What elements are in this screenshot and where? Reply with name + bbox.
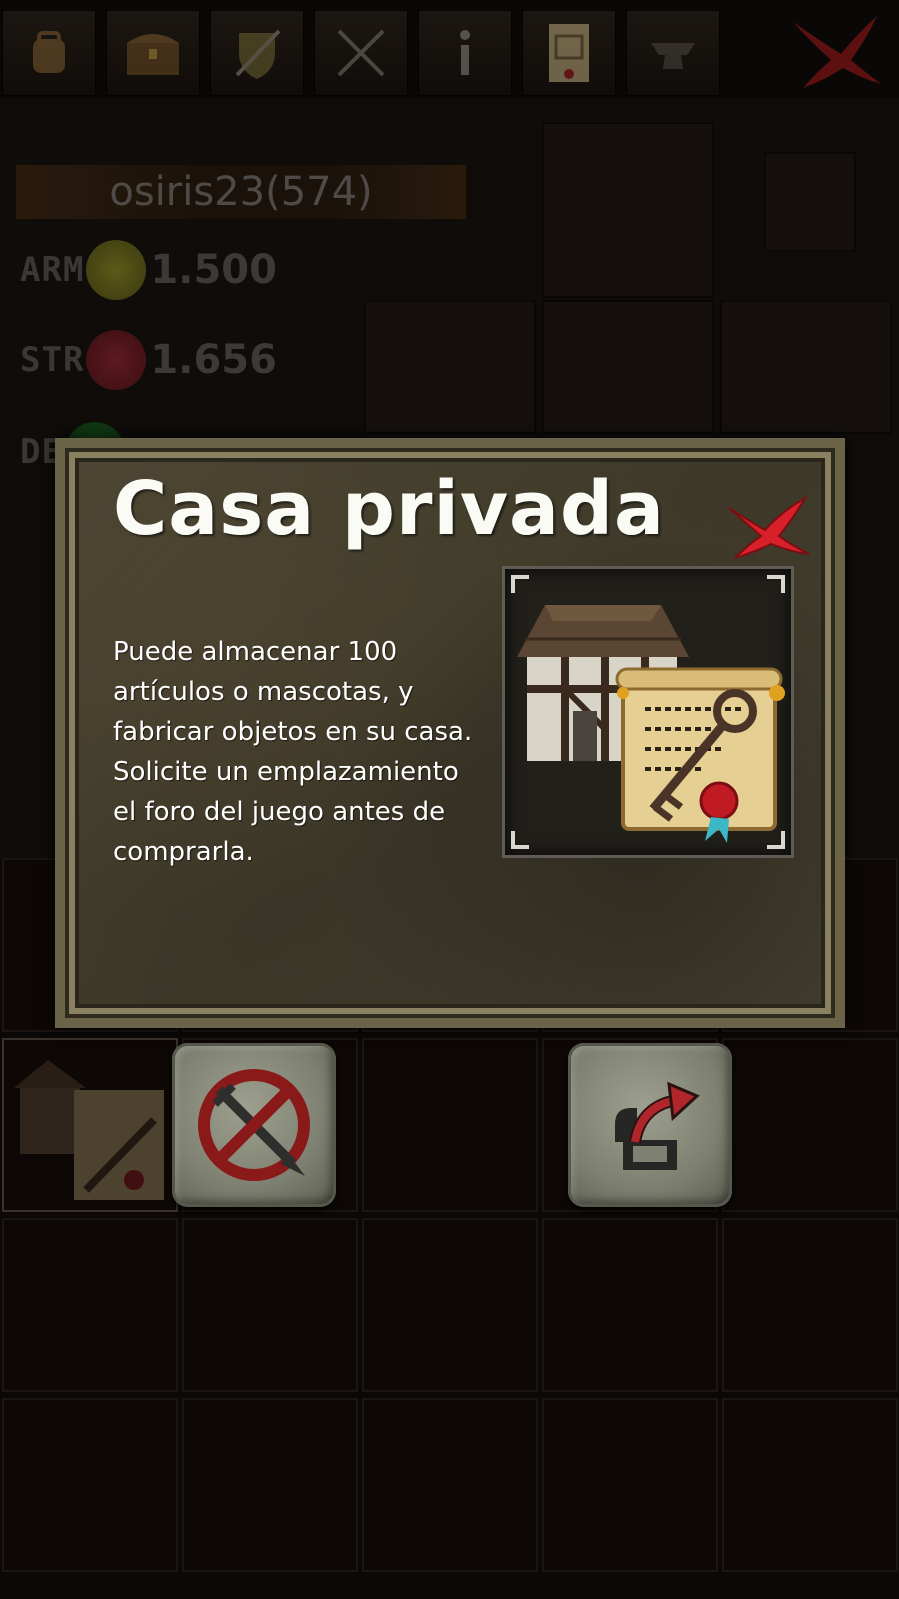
stat-value: 1.656 — [150, 337, 277, 383]
inventory-slot[interactable] — [722, 1218, 898, 1392]
house-key-deed-icon — [511, 575, 785, 849]
tab-equipment[interactable] — [210, 10, 304, 96]
backpack-icon — [33, 31, 65, 73]
equip-slot-head[interactable] — [542, 122, 714, 298]
shield-sword-icon — [235, 29, 281, 79]
item-detail-dialog: Casa privada Puede almacenar 100 artícul… — [55, 438, 845, 1028]
stat-value: 1.500 — [150, 247, 277, 293]
inventory-slot-selected[interactable] — [2, 1038, 178, 1212]
stat-label: STR — [20, 340, 85, 380]
tab-scroll[interactable] — [522, 10, 616, 96]
inventory-slot[interactable] — [542, 1398, 718, 1572]
inventory-slot[interactable] — [362, 1038, 538, 1212]
no-sword-icon — [198, 1069, 310, 1181]
inventory-slot[interactable] — [182, 1218, 358, 1392]
scroll-icon — [549, 24, 589, 82]
tab-backpack[interactable] — [2, 10, 96, 96]
tab-chest[interactable] — [106, 10, 200, 96]
inventory-slot[interactable] — [362, 1218, 538, 1392]
item-image-frame — [502, 566, 794, 858]
anvil-icon — [651, 43, 695, 69]
stat-label: ARM — [20, 250, 85, 290]
inventory-slot[interactable] — [182, 1398, 358, 1572]
stat-strength: STR 1.656 — [20, 330, 277, 390]
house-deed-thumbnail-icon — [14, 1060, 164, 1200]
inventory-slot[interactable] — [722, 1398, 898, 1572]
equip-slot-right[interactable] — [720, 300, 892, 434]
chest-icon — [127, 34, 179, 75]
stat-armor: ARM 1.500 — [20, 240, 277, 300]
close-x-icon[interactable] — [723, 492, 813, 562]
info-icon — [460, 30, 470, 75]
move-to-icon — [615, 1081, 700, 1170]
tab-combat[interactable] — [314, 10, 408, 96]
inventory-slot[interactable] — [2, 1218, 178, 1392]
dialog-description: Puede almacenar 100 artículos o mascotas… — [113, 637, 473, 867]
inventory-slot[interactable] — [722, 1038, 898, 1212]
strength-icon — [86, 330, 147, 390]
tab-crafting[interactable] — [626, 10, 720, 96]
dialog-title: Casa privada — [113, 466, 665, 552]
move-button[interactable] — [568, 1043, 732, 1207]
unequip-button[interactable] — [172, 1043, 336, 1207]
close-x-icon[interactable] — [785, 8, 885, 90]
tab-info[interactable] — [418, 10, 512, 96]
equip-slot-amulet[interactable] — [764, 152, 856, 252]
equip-slot-chest[interactable] — [542, 300, 714, 434]
inventory-slot[interactable] — [542, 1218, 718, 1392]
inventory-slot[interactable] — [362, 1398, 538, 1572]
equip-slot-left[interactable] — [364, 300, 536, 434]
armor-icon — [86, 240, 147, 300]
inventory-slot[interactable] — [2, 1398, 178, 1572]
character-name: osiris23(574) — [16, 165, 466, 219]
toolbar — [0, 0, 899, 98]
crossed-swords-icon — [337, 29, 385, 77]
